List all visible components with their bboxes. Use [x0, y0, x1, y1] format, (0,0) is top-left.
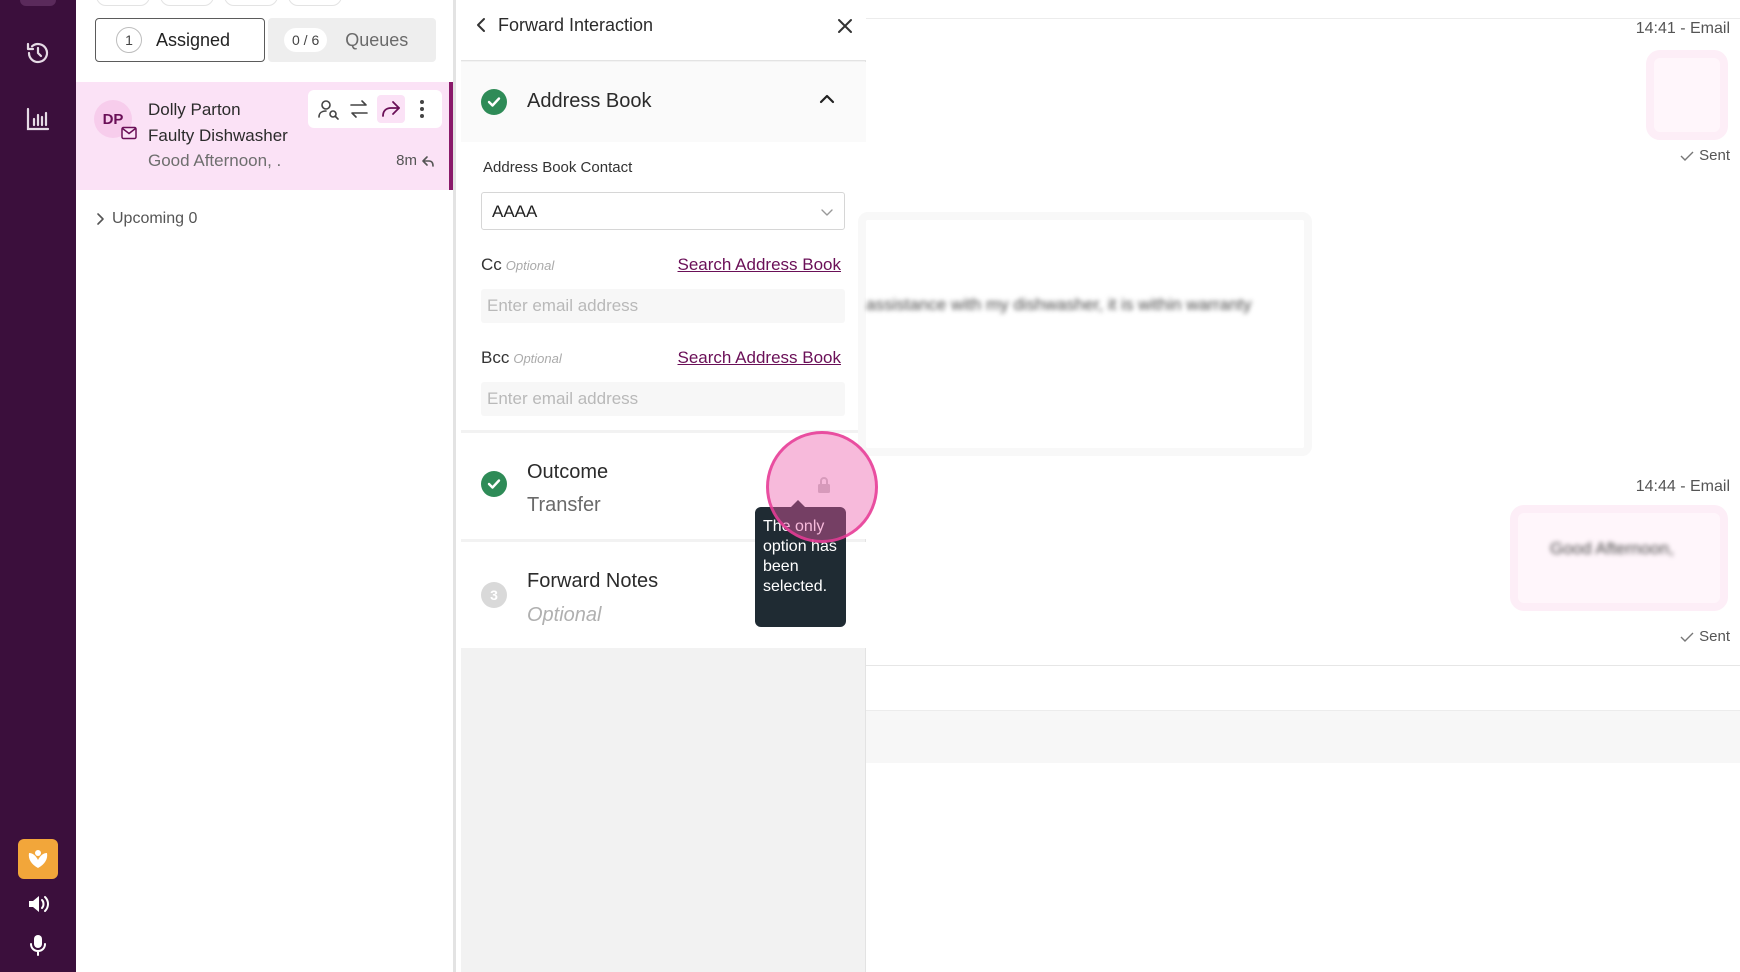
check-icon: [1680, 151, 1694, 161]
queues-count: 0 / 6: [284, 28, 328, 52]
history-icon[interactable]: [18, 33, 58, 73]
bcc-label-text: Bcc: [481, 348, 510, 367]
chevron-right-icon: [97, 213, 104, 225]
bcc-email-field[interactable]: [481, 382, 845, 416]
cc-label-text: Cc: [481, 255, 502, 274]
back-chevron-icon[interactable]: [473, 16, 491, 34]
conversation-preview: Good Afternoon, .: [148, 151, 282, 170]
sent-status: Sent: [1680, 628, 1730, 645]
incoming-message-text: assistance with my dishwasher, it is wit…: [866, 295, 1252, 314]
chevron-down-icon: [821, 209, 833, 216]
filter-pill[interactable]: [96, 0, 150, 6]
conversation-actions: [308, 90, 442, 128]
more-options-icon[interactable]: [408, 95, 436, 123]
conversation-subject: Faulty Dishwasher: [148, 126, 288, 145]
forward-title: Forward Interaction: [498, 15, 654, 35]
contact-select-value: AAAA: [492, 202, 538, 221]
speaker-icon[interactable]: [18, 884, 58, 924]
composer-bar[interactable]: [866, 710, 1740, 763]
reply-icon: [422, 155, 434, 167]
divider: [866, 665, 1740, 666]
incoming-message-bubble: [858, 212, 1312, 456]
analytics-icon[interactable]: [18, 99, 58, 139]
conversation-pane: 14:41 - Email Sent assistance with my di…: [858, 0, 1740, 972]
assign-user-icon[interactable]: [314, 95, 342, 123]
divider: [866, 18, 1740, 19]
check-circle-icon: [481, 89, 507, 115]
age-text: 8m: [396, 152, 417, 169]
contact-select[interactable]: AAAA: [481, 192, 845, 230]
filter-pill[interactable]: [160, 0, 214, 6]
assigned-count: 1: [116, 27, 142, 53]
tab-queues-label: Queues: [345, 29, 409, 50]
close-icon[interactable]: [836, 17, 854, 35]
rail-top-tab[interactable]: [20, 0, 56, 6]
contact-name: Dolly Parton: [148, 100, 241, 119]
address-book-title: Address Book: [527, 90, 652, 112]
forward-notes-title: Forward Notes: [527, 570, 659, 592]
cc-label: Cc Optional: [481, 255, 554, 275]
filter-pill[interactable]: [224, 0, 278, 6]
filter-pills: [96, 0, 342, 6]
conversation-card[interactable]: DP Dolly Parton Faulty Dishwasher Good A…: [76, 82, 453, 190]
address-book-header[interactable]: Address Book: [461, 62, 866, 142]
message-timestamp: 14:44 - Email: [1635, 478, 1730, 495]
address-book-section: Address Book Address Book Contact AAAA C…: [461, 62, 866, 430]
outcome-title: Outcome: [527, 461, 609, 483]
outcome-value: Transfer: [527, 494, 601, 516]
transfer-icon[interactable]: [345, 95, 373, 123]
microphone-icon[interactable]: [18, 925, 58, 965]
tab-assigned[interactable]: 1 Assigned: [95, 18, 265, 62]
conversation-age: 8m: [396, 152, 435, 169]
message-timestamp: 14:41 - Email: [1635, 20, 1730, 37]
outgoing-message-bubble: [1646, 50, 1728, 140]
cc-search-address-book-link[interactable]: Search Address Book: [678, 255, 841, 275]
forward-header: Forward Interaction: [461, 0, 866, 61]
contact-label: Address Book Contact: [483, 159, 633, 176]
forward-icon[interactable]: [376, 95, 405, 123]
sent-label: Sent: [1699, 628, 1730, 645]
bcc-search-address-book-link[interactable]: Search Address Book: [678, 348, 841, 368]
bcc-optional: Optional: [513, 351, 562, 366]
tab-queues[interactable]: 0 / 6 Queues: [268, 18, 436, 62]
app-logo-icon[interactable]: [18, 839, 58, 879]
sent-status: Sent: [1680, 147, 1730, 164]
check-icon: [1680, 632, 1694, 642]
left-rail: [0, 0, 76, 972]
queue-panel: 1 Assigned 0 / 6 Queues DP Dolly Parton …: [76, 0, 456, 972]
outgoing-message-text: Good Afternoon,: [1550, 539, 1674, 558]
cc-optional: Optional: [505, 258, 555, 273]
email-icon: [121, 126, 137, 140]
chevron-up-icon[interactable]: [818, 90, 836, 108]
check-circle-icon: [481, 471, 507, 497]
forward-notes-value: Optional: [527, 604, 602, 626]
tab-assigned-label: Assigned: [156, 29, 231, 50]
step-number: 3: [481, 582, 507, 608]
filter-pill[interactable]: [288, 0, 342, 6]
upcoming-label: Upcoming 0: [112, 210, 198, 227]
click-indicator: [766, 431, 878, 543]
upcoming-toggle[interactable]: Upcoming 0: [96, 210, 197, 228]
bcc-label: Bcc Optional: [481, 348, 562, 368]
queue-tabs: 1 Assigned 0 / 6 Queues: [95, 18, 436, 62]
cc-email-field[interactable]: [481, 289, 845, 323]
sent-label: Sent: [1699, 147, 1730, 164]
